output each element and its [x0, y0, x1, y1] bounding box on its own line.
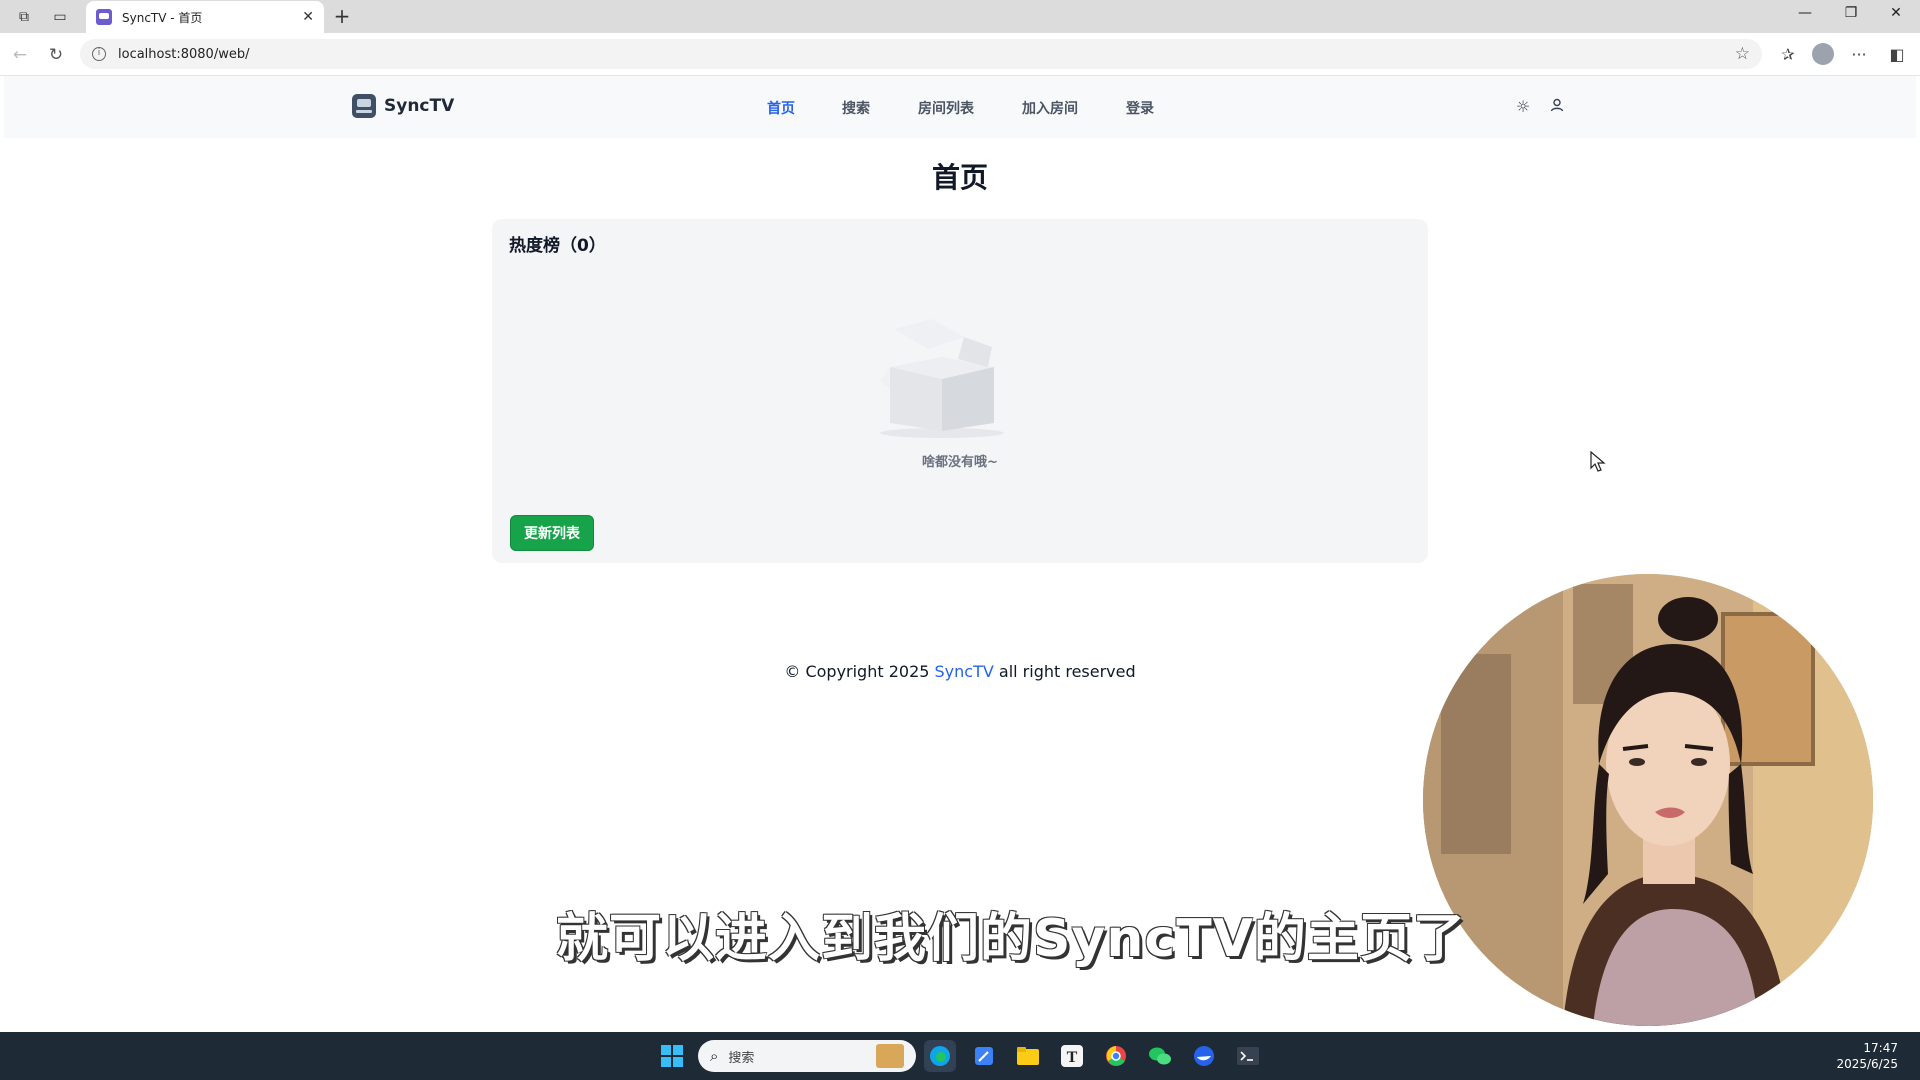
minimize-window-icon[interactable]: —	[1785, 5, 1825, 21]
docker-icon[interactable]	[1188, 1040, 1220, 1072]
footer-copyright: © Copyright 2025	[784, 662, 935, 681]
webcam-person-image	[1423, 574, 1873, 1026]
footer-rights: all right reserved	[993, 662, 1136, 681]
footer-synctv-link[interactable]: SyncTV	[935, 662, 994, 681]
synctv-logo-icon	[352, 94, 376, 118]
svg-text:T: T	[1067, 1049, 1078, 1066]
refresh-list-button[interactable]: 更新列表	[510, 515, 594, 551]
pen-app-icon[interactable]	[968, 1040, 1000, 1072]
empty-state-text: 啥都没有哦~	[922, 455, 998, 470]
nav-room-list[interactable]: 房间列表	[918, 98, 974, 118]
address-url[interactable]: localhost:8080/web/	[118, 47, 1735, 62]
new-tab-icon[interactable]: +	[330, 4, 354, 28]
tab-actions-icon[interactable]: ▭	[48, 6, 72, 28]
system-clock[interactable]: 17:47 2025/6/25	[1836, 1040, 1898, 1072]
reload-icon[interactable]: ↻	[44, 43, 68, 67]
workspaces-icon[interactable]: ⧉	[12, 6, 36, 28]
chrome-icon[interactable]	[1100, 1040, 1132, 1072]
close-tab-icon[interactable]: ✕	[302, 9, 314, 25]
terminal-icon[interactable]	[1232, 1040, 1264, 1072]
mouse-cursor-icon	[1590, 451, 1606, 472]
address-bar[interactable]: i localhost:8080/web/ ☆	[80, 39, 1762, 69]
nav-search[interactable]: 搜索	[842, 98, 870, 118]
browser-tab-active[interactable]: SyncTV - 首页 ✕	[86, 1, 324, 33]
video-subtitle: 就可以进入到我们的SyncTV的主页了	[556, 909, 1466, 969]
favorite-star-icon[interactable]: ☆	[1735, 44, 1750, 64]
wechat-icon[interactable]	[1144, 1040, 1176, 1072]
edge-browser-icon[interactable]	[924, 1040, 956, 1072]
nav-home[interactable]: 首页	[767, 98, 795, 118]
hot-list-card: 热度榜（0） 啥都没有哦~ 更新列表	[492, 219, 1428, 563]
synctv-favicon-icon	[96, 9, 112, 25]
file-explorer-icon[interactable]	[1012, 1040, 1044, 1072]
restore-window-icon[interactable]: ❐	[1831, 5, 1871, 21]
browser-tab-title: SyncTV - 首页	[122, 10, 203, 25]
nav-login[interactable]: 登录	[1126, 98, 1154, 118]
windows-start-icon[interactable]	[656, 1040, 688, 1072]
typora-icon[interactable]: T	[1056, 1040, 1088, 1072]
taskbar-search-placeholder: 搜索	[728, 1050, 755, 1066]
windows-taskbar: ⌕ 搜索 T 17:47 2025/6/25	[0, 1032, 1920, 1080]
sidebar-toggle-icon[interactable]: ◧	[1884, 43, 1910, 67]
search-icon: ⌕	[710, 1047, 719, 1065]
profile-avatar[interactable]	[1812, 43, 1834, 65]
site-navbar: SyncTV 首页 搜索 房间列表 加入房间 登录 ☼	[4, 76, 1916, 138]
favorites-icon[interactable]: ✰	[1775, 43, 1801, 67]
theme-toggle-icon[interactable]: ☼	[1512, 96, 1534, 118]
brand-name: SyncTV	[384, 96, 455, 116]
user-icon[interactable]	[1546, 96, 1568, 118]
taskbar-search-box[interactable]: ⌕ 搜索	[698, 1040, 916, 1072]
back-icon[interactable]: ←	[8, 43, 32, 67]
browser-toolbar: ← ↻ i localhost:8080/web/ ☆ ✰ ··· ◧	[0, 33, 1920, 76]
close-window-icon[interactable]: ✕	[1876, 5, 1916, 21]
site-info-icon[interactable]: i	[92, 47, 106, 61]
hot-list-title: 热度榜（0）	[509, 236, 606, 256]
more-menu-icon[interactable]: ···	[1846, 43, 1872, 67]
clock-time: 17:47	[1863, 1041, 1898, 1055]
page-title: 首页	[931, 161, 988, 194]
clock-date: 2025/6/25	[1836, 1057, 1898, 1071]
empty-box-icon	[880, 319, 1004, 438]
nav-join-room[interactable]: 加入房间	[1022, 98, 1078, 118]
webcam-overlay	[1423, 574, 1873, 1026]
site-brand[interactable]: SyncTV	[352, 94, 454, 118]
browser-tab-strip: ⧉ ▭ SyncTV - 首页 ✕ + — ❐ ✕	[0, 0, 1920, 33]
search-highlight-icon	[876, 1044, 904, 1068]
